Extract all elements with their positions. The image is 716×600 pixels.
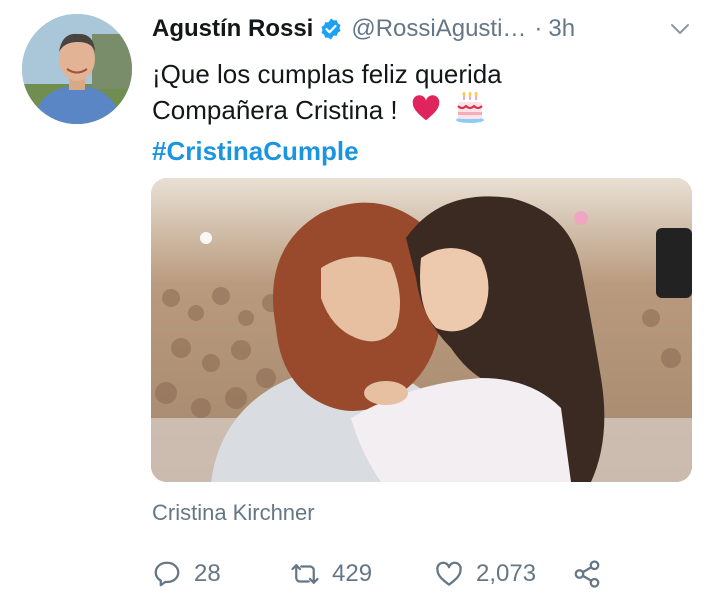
tweet-text-line-1: ¡Que los cumplas feliz querida	[152, 59, 502, 89]
tweet-text-line-2: Compañera Cristina !	[152, 95, 398, 125]
photo-image	[151, 178, 692, 482]
tweet-timestamp[interactable]: 3h	[548, 15, 575, 43]
retweet-button[interactable]: 429	[290, 556, 372, 592]
heart-icon	[436, 561, 462, 586]
like-count: 2,073	[476, 560, 537, 587]
reply-icon	[154, 561, 180, 587]
hashtag-link[interactable]: #CristinaCumple	[152, 133, 672, 169]
like-button[interactable]: 2,073	[434, 556, 536, 592]
retweet-count: 429	[332, 560, 373, 587]
birthday-cake-emoji	[454, 92, 486, 133]
tweet-media-photo[interactable]	[151, 178, 692, 482]
share-button[interactable]	[572, 556, 614, 592]
reply-button[interactable]: 28	[152, 556, 221, 592]
media-source-label[interactable]: Cristina Kirchner	[152, 500, 315, 526]
tweet-header: Agustín Rossi @RossiAgusti… · 3h	[152, 12, 692, 46]
separator-dot: ·	[534, 15, 543, 42]
author-handle[interactable]: @RossiAgusti…	[351, 15, 526, 43]
avatar-image	[22, 14, 132, 124]
red-heart-emoji	[411, 94, 441, 133]
retweet-icon	[291, 564, 319, 584]
tweet-actions-bar: 28 429 2,073	[152, 556, 632, 592]
share-icon	[574, 560, 600, 588]
reply-count: 28	[194, 560, 221, 587]
tweet-text: ¡Que los cumplas feliz querida Compañera…	[152, 56, 672, 169]
author-name[interactable]: Agustín Rossi	[152, 15, 313, 43]
avatar[interactable]	[22, 14, 132, 124]
chevron-down-icon[interactable]	[668, 17, 692, 41]
verified-badge-icon	[319, 17, 343, 41]
